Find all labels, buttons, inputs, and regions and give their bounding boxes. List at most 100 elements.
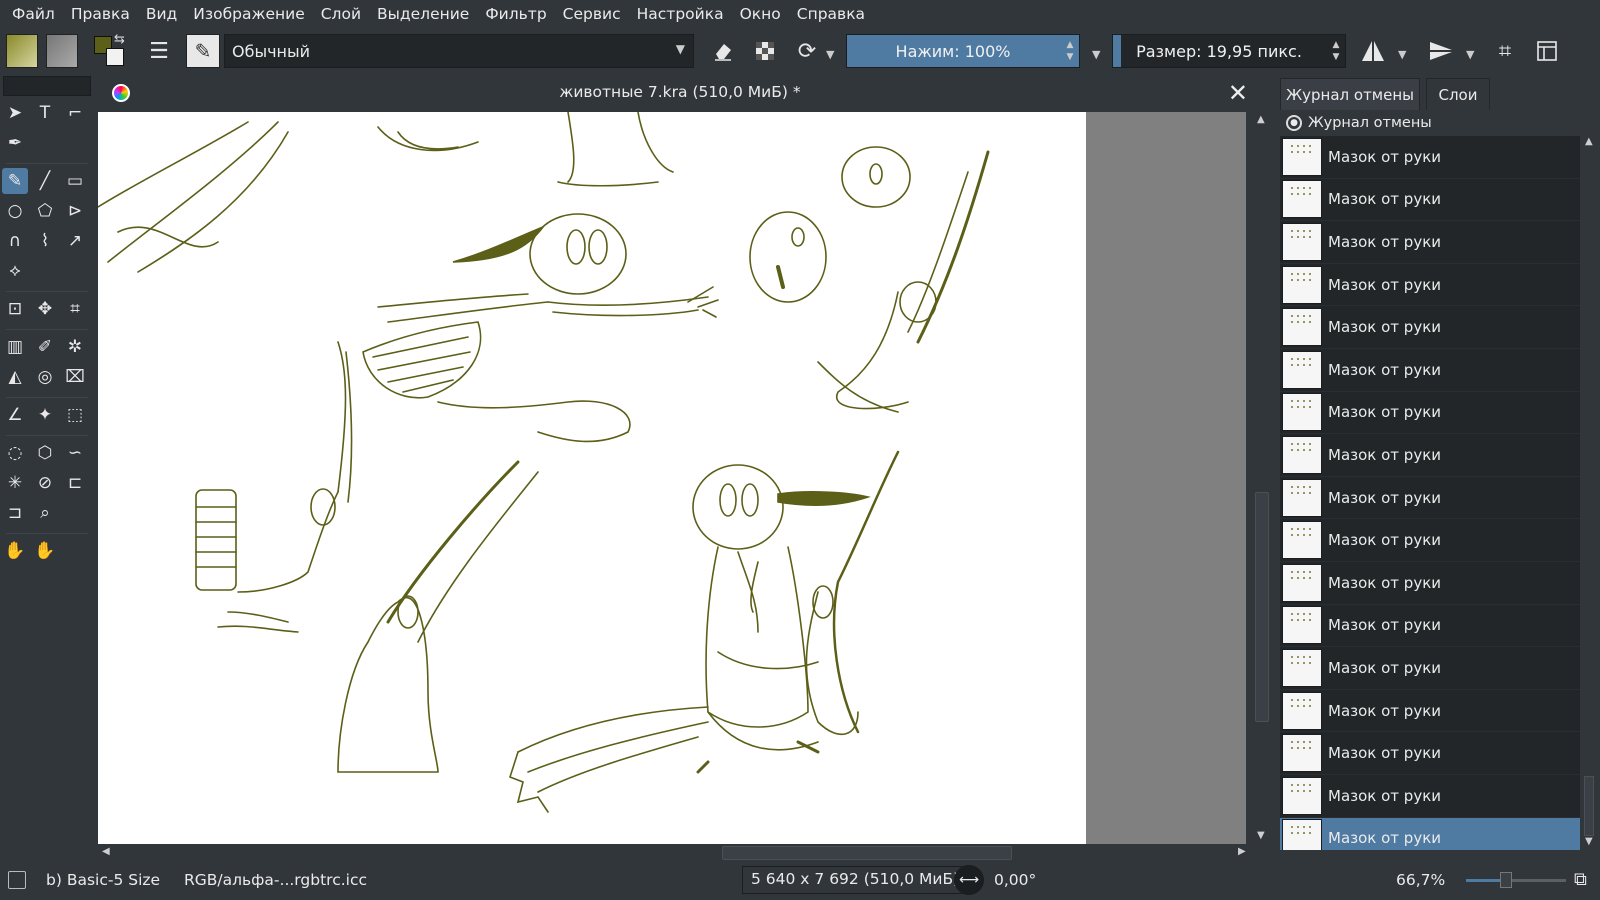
undo-history-item[interactable]: Мазок от руки [1280, 349, 1580, 392]
tab-undo-history[interactable]: Журнал отмены [1280, 78, 1420, 110]
bezier-icon[interactable]: ∩ [2, 228, 28, 254]
undo-history-item[interactable]: Мазок от руки [1280, 221, 1580, 264]
menu-item-0[interactable]: Файл [4, 5, 63, 23]
wrap-around-icon[interactable]: ⌗ [1488, 34, 1522, 68]
scroll-up-arrow-icon[interactable]: ▲ [1257, 114, 1265, 125]
canvas-only-icon[interactable] [1530, 34, 1564, 68]
color-picker-icon[interactable]: ✐ [32, 334, 58, 360]
undo-history-item[interactable]: Мазок от руки [1280, 264, 1580, 307]
ellipse-icon[interactable]: ○ [2, 198, 28, 224]
edit-shapes-icon[interactable]: ⌐ [62, 100, 88, 126]
menu-item-10[interactable]: Справка [789, 5, 873, 23]
enclose-fill-icon[interactable]: ◎ [32, 364, 58, 390]
undo-history-item[interactable]: Мазок от руки [1280, 647, 1580, 690]
menu-item-3[interactable]: Изображение [185, 5, 312, 23]
scroll-left-arrow-icon[interactable]: ◀ [102, 846, 110, 857]
fullscreen-icon[interactable]: ⧉ [1574, 869, 1587, 890]
undo-history-item[interactable]: Мазок от руки [1280, 519, 1580, 562]
menu-item-5[interactable]: Выделение [369, 5, 477, 23]
chevron-down-icon[interactable]: ▼ [826, 48, 834, 61]
mirror-horizontal-icon[interactable] [1356, 34, 1390, 68]
polyline-icon[interactable]: ⊳ [62, 198, 88, 224]
smart-patch-icon[interactable]: ✲ [62, 334, 88, 360]
mirror-vertical-icon[interactable] [1424, 34, 1458, 68]
rectangle-icon[interactable]: ▭ [62, 168, 88, 194]
eraser-icon[interactable] [706, 34, 740, 68]
scroll-up-arrow-icon[interactable]: ▲ [1585, 136, 1593, 147]
assistant-icon[interactable]: ⌧ [62, 364, 88, 390]
undo-history-item[interactable]: Мазок от руки [1280, 136, 1580, 179]
scroll-thumb[interactable] [1255, 492, 1269, 722]
close-icon[interactable]: ✕ [1228, 79, 1248, 107]
horizontal-scrollbar[interactable]: ◀ ▶ [98, 844, 1252, 862]
canvas-area[interactable] [98, 112, 1246, 844]
gradient-preset-button[interactable] [6, 34, 38, 68]
swap-colors-icon[interactable]: ⇆ [114, 32, 125, 47]
scroll-right-arrow-icon[interactable]: ▶ [1238, 846, 1246, 857]
lock-docker-icon[interactable]: ● [1286, 115, 1302, 131]
menu-item-4[interactable]: Слой [313, 5, 369, 23]
zoom-slider[interactable] [1466, 872, 1566, 888]
fill-icon[interactable]: ◭ [2, 364, 28, 390]
gradient-icon[interactable]: ▥ [2, 334, 28, 360]
freehand-select-icon[interactable]: ∽ [62, 440, 88, 466]
dynamic-brush-icon[interactable]: ↗ [62, 228, 88, 254]
menu-item-9[interactable]: Окно [732, 5, 789, 23]
zoom-knob[interactable] [1500, 872, 1512, 888]
undo-history-list[interactable]: Мазок от руки Мазок от руки Мазок от руки М… [1280, 136, 1580, 850]
multibrush-icon[interactable]: ⟡ [2, 258, 28, 284]
pan-icon[interactable]: ✋ [32, 538, 58, 564]
pan-icon[interactable]: ✋ [2, 538, 28, 564]
rotation-icon[interactable]: ⟷ [954, 865, 984, 895]
chevron-down-icon[interactable]: ▼ [1398, 48, 1406, 61]
undo-history-item[interactable]: Мазок от руки [1280, 817, 1580, 850]
zoom-icon[interactable]: ⌕ [32, 500, 58, 526]
undo-history-item[interactable]: Мазок от руки [1280, 477, 1580, 520]
document-tab[interactable]: животные 7.kra (510,0 МиБ) * ✕ [98, 78, 1262, 110]
polygon-select-icon[interactable]: ⬡ [32, 440, 58, 466]
rect-select-icon[interactable]: ⬚ [62, 402, 88, 428]
undo-history-item[interactable]: Мазок от руки [1280, 434, 1580, 477]
scroll-thumb[interactable] [722, 846, 1012, 860]
menu-item-1[interactable]: Правка [63, 5, 138, 23]
measure-icon[interactable]: ∠ [2, 402, 28, 428]
undo-history-item[interactable]: Мазок от руки [1280, 605, 1580, 648]
background-color-swatch[interactable] [106, 48, 124, 66]
blend-mode-select[interactable]: Обычный ▼ [224, 34, 694, 68]
freehand-brush-icon[interactable]: ✎ [2, 168, 28, 194]
similar-select-icon[interactable]: ⊘ [32, 470, 58, 496]
crop-icon[interactable]: ⌗ [62, 296, 88, 322]
transform-icon[interactable]: ⊡ [2, 296, 28, 322]
undo-history-item[interactable]: Мазок от руки [1280, 690, 1580, 733]
contiguous-select-icon[interactable]: ✳ [2, 470, 28, 496]
chevron-down-icon[interactable]: ▼ [1466, 48, 1474, 61]
pattern-preset-button[interactable] [46, 34, 78, 68]
ellipse-select-icon[interactable]: ◌ [2, 440, 28, 466]
bezier-select-icon[interactable]: ⊏ [62, 470, 88, 496]
scroll-down-arrow-icon[interactable]: ▼ [1585, 836, 1593, 847]
opacity-pressure-slider[interactable]: Нажим: 100% ▲ ▼ [846, 34, 1080, 68]
drawing-canvas[interactable] [98, 112, 1086, 844]
chevron-down-icon[interactable]: ▼ [1092, 48, 1100, 61]
undo-history-item[interactable]: Мазок от руки [1280, 392, 1580, 435]
menu-item-8[interactable]: Настройка [629, 5, 732, 23]
undo-history-item[interactable]: Мазок от руки [1280, 306, 1580, 349]
brush-preset-button[interactable]: ✎ [186, 34, 220, 68]
menu-item-6[interactable]: Фильтр [477, 5, 554, 23]
scroll-thumb[interactable] [1584, 776, 1594, 836]
undo-history-item[interactable]: Мазок от руки [1280, 732, 1580, 775]
reference-icon[interactable]: ✦ [32, 402, 58, 428]
brush-settings-icon[interactable]: ☰ [142, 34, 176, 68]
undo-history-item[interactable]: Мазок от руки [1280, 775, 1580, 818]
freehand-path-icon[interactable]: ⌇ [32, 228, 58, 254]
alpha-lock-icon[interactable] [748, 34, 782, 68]
brush-size-slider[interactable]: Размер: 19,95 пикс. ▲ ▼ [1112, 34, 1346, 68]
undo-history-item[interactable]: Мазок от руки [1280, 179, 1580, 222]
tab-layers[interactable]: Слои [1426, 78, 1490, 110]
calligraphy-icon[interactable]: ✒ [2, 130, 28, 156]
polygon-icon[interactable]: ⬠ [32, 198, 58, 224]
scroll-down-arrow-icon[interactable]: ▼ [1257, 830, 1265, 841]
select-shapes-icon[interactable]: ➤ [2, 100, 28, 126]
menu-item-2[interactable]: Вид [138, 5, 185, 23]
spin-buttons[interactable]: ▲ ▼ [1061, 35, 1079, 67]
